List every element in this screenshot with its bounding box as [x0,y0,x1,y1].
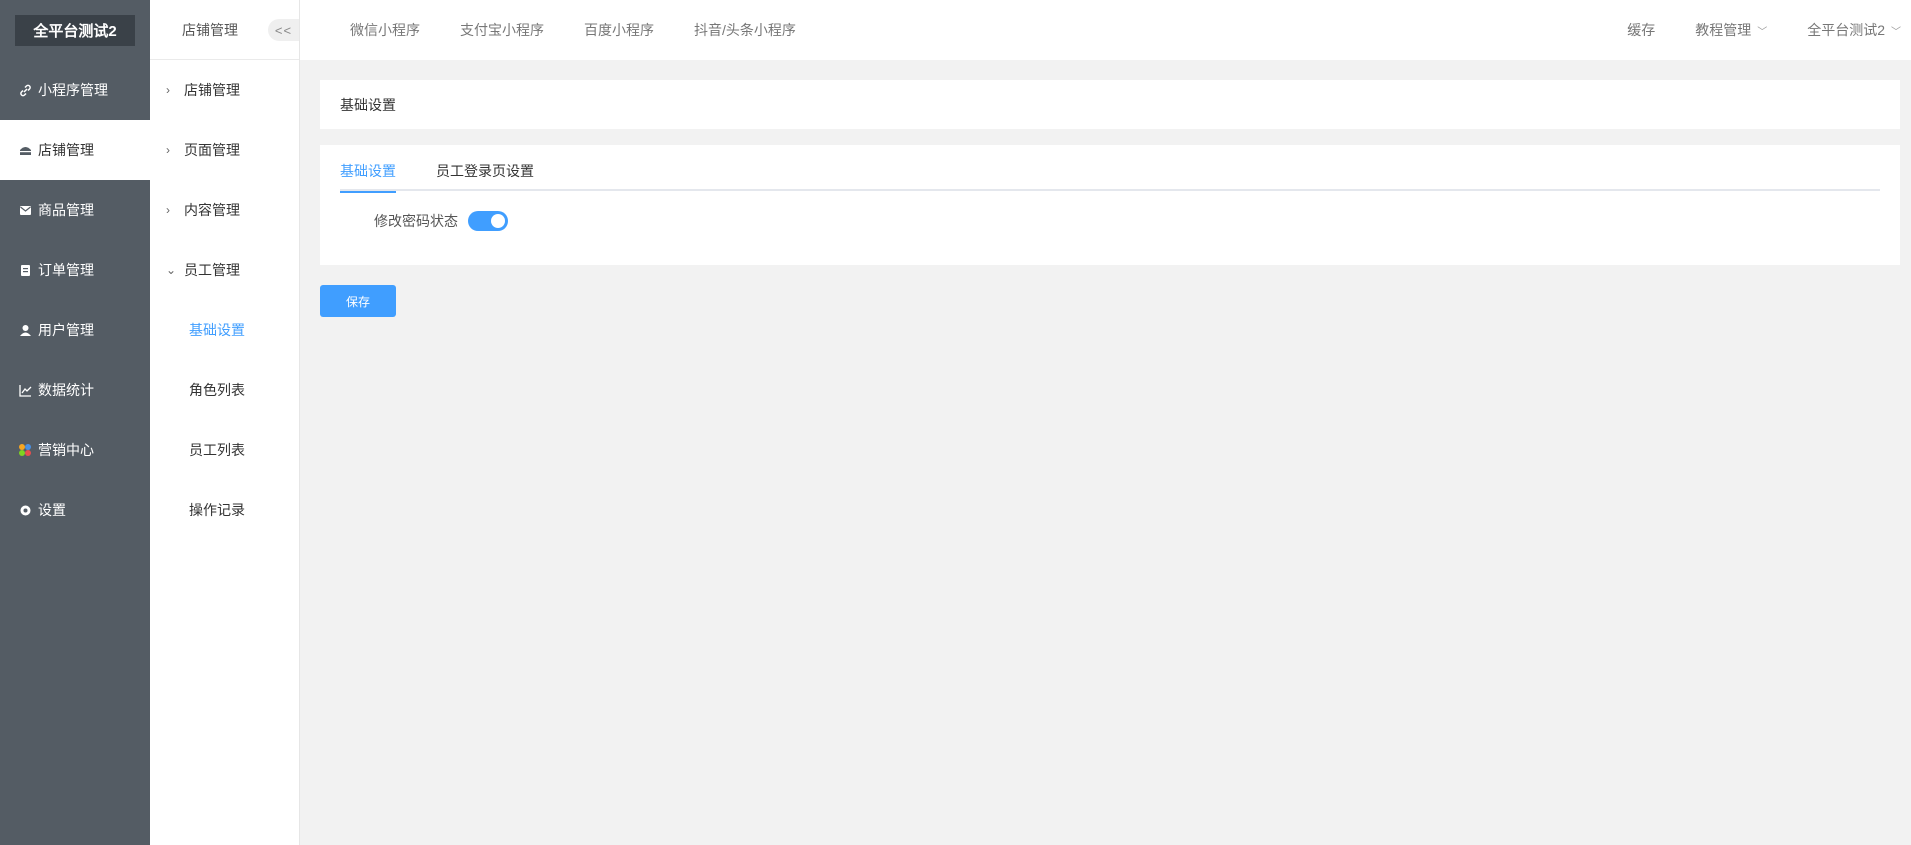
sidebar-item-store[interactable]: 店铺管理 [0,120,150,180]
sidebar-item-label: 数据统计 [38,382,94,398]
chevron-down-icon: ⌄ [166,263,177,277]
sidebar-item-orders[interactable]: 订单管理 [0,240,150,300]
brand-area: 全平台测试2 [0,0,150,60]
main-sidebar: 全平台测试2 小程序管理 店铺管理 商品管理 订单管理 用户管理 数据统计 营销… [0,0,150,845]
secondary-sidebar-header: 店铺管理 << [150,0,299,60]
subnav-group-label: 员工管理 [184,262,240,278]
password-change-row: 修改密码状态 [374,211,508,231]
top-bar: 微信小程序 支付宝小程序 百度小程序 抖音/头条小程序 缓存 教程管理 ﹀ 全平台… [300,0,1911,60]
sidebar-item-settings[interactable]: 设置 [0,480,150,540]
tutorial-menu[interactable]: 教程管理 ﹀ [1695,20,1767,40]
collapse-button[interactable]: << [268,19,299,41]
subnav-group-store[interactable]: › 店铺管理 [150,60,299,120]
subnav-item-staff-list[interactable]: 员工列表 [150,420,299,480]
subnav-group-pages[interactable]: › 页面管理 [150,120,299,180]
tab-baidu-miniprogram[interactable]: 百度小程序 [584,20,654,40]
sidebar-item-miniprogram[interactable]: 小程序管理 [0,60,150,120]
page-title: 基础设置 [320,80,1900,129]
sidebar-item-label: 用户管理 [38,322,94,338]
envelope-icon [18,203,32,217]
subnav-group-content[interactable]: › 内容管理 [150,180,299,240]
sidebar-item-users[interactable]: 用户管理 [0,300,150,360]
chevron-down-icon: ﹀ [1757,26,1768,38]
subnav-group-label: 页面管理 [184,142,240,158]
chevron-down-icon: ﹀ [1891,26,1901,38]
brand-logo[interactable]: 全平台测试2 [15,14,135,46]
subnav-item-role-list[interactable]: 角色列表 [150,360,299,420]
link-icon [18,83,32,97]
top-bar-right: 缓存 教程管理 ﹀ 全平台测试2 ﹀ [1627,0,1911,60]
password-change-label: 修改密码状态 [374,213,458,229]
settings-tabs: 基础设置 员工登录页设置 [340,145,1880,193]
settings-card: 基础设置 员工登录页设置 修改密码状态 [320,145,1900,265]
secondary-sidebar-title: 店铺管理 [182,21,238,38]
subnav-item-basic-settings[interactable]: 基础设置 [150,300,299,360]
tab-alipay-miniprogram[interactable]: 支付宝小程序 [460,20,544,40]
gear-icon [18,503,32,517]
sidebar-item-label: 营销中心 [38,442,94,458]
subnav-group-label: 店铺管理 [184,82,240,98]
subnav-item-operation-log[interactable]: 操作记录 [150,480,299,540]
secondary-sidebar: 店铺管理 << › 店铺管理 › 页面管理 › 内容管理 ⌄ 员工管理 基础设置… [150,0,300,845]
tab-basic-settings[interactable]: 基础设置 [340,145,396,193]
save-button[interactable]: 保存 [320,285,396,317]
sidebar-item-label: 订单管理 [38,262,94,278]
chevron-right-icon: › [166,143,170,157]
chevron-right-icon: › [166,203,170,217]
user-icon [18,323,32,337]
marketing-icon [18,443,32,457]
chart-icon [18,383,32,397]
tab-wechat-miniprogram[interactable]: 微信小程序 [350,20,420,40]
subnav-group-label: 内容管理 [184,202,240,218]
sidebar-item-label: 商品管理 [38,202,94,218]
clipboard-icon [18,263,32,277]
sidebar-item-label: 设置 [38,502,66,518]
sidebar-item-stats[interactable]: 数据统计 [0,360,150,420]
cache-label: 缓存 [1627,22,1656,38]
account-label: 全平台测试2 [1807,22,1885,38]
sidebar-item-label: 店铺管理 [38,142,94,158]
chevron-right-icon: › [166,83,170,97]
sidebar-item-label: 小程序管理 [38,82,108,98]
subnav-group-staff[interactable]: ⌄ 员工管理 [150,240,299,300]
account-menu[interactable]: 全平台测试2 ﹀ [1807,20,1901,40]
password-change-toggle[interactable] [468,211,508,231]
tab-staff-login-settings[interactable]: 员工登录页设置 [436,145,534,191]
tab-douyin-miniprogram[interactable]: 抖音/头条小程序 [694,20,796,40]
tutorial-label: 教程管理 [1695,22,1752,38]
cache-link[interactable]: 缓存 [1627,20,1655,40]
sidebar-item-goods[interactable]: 商品管理 [0,180,150,240]
sidebar-item-marketing[interactable]: 营销中心 [0,420,150,480]
store-icon [18,143,32,157]
